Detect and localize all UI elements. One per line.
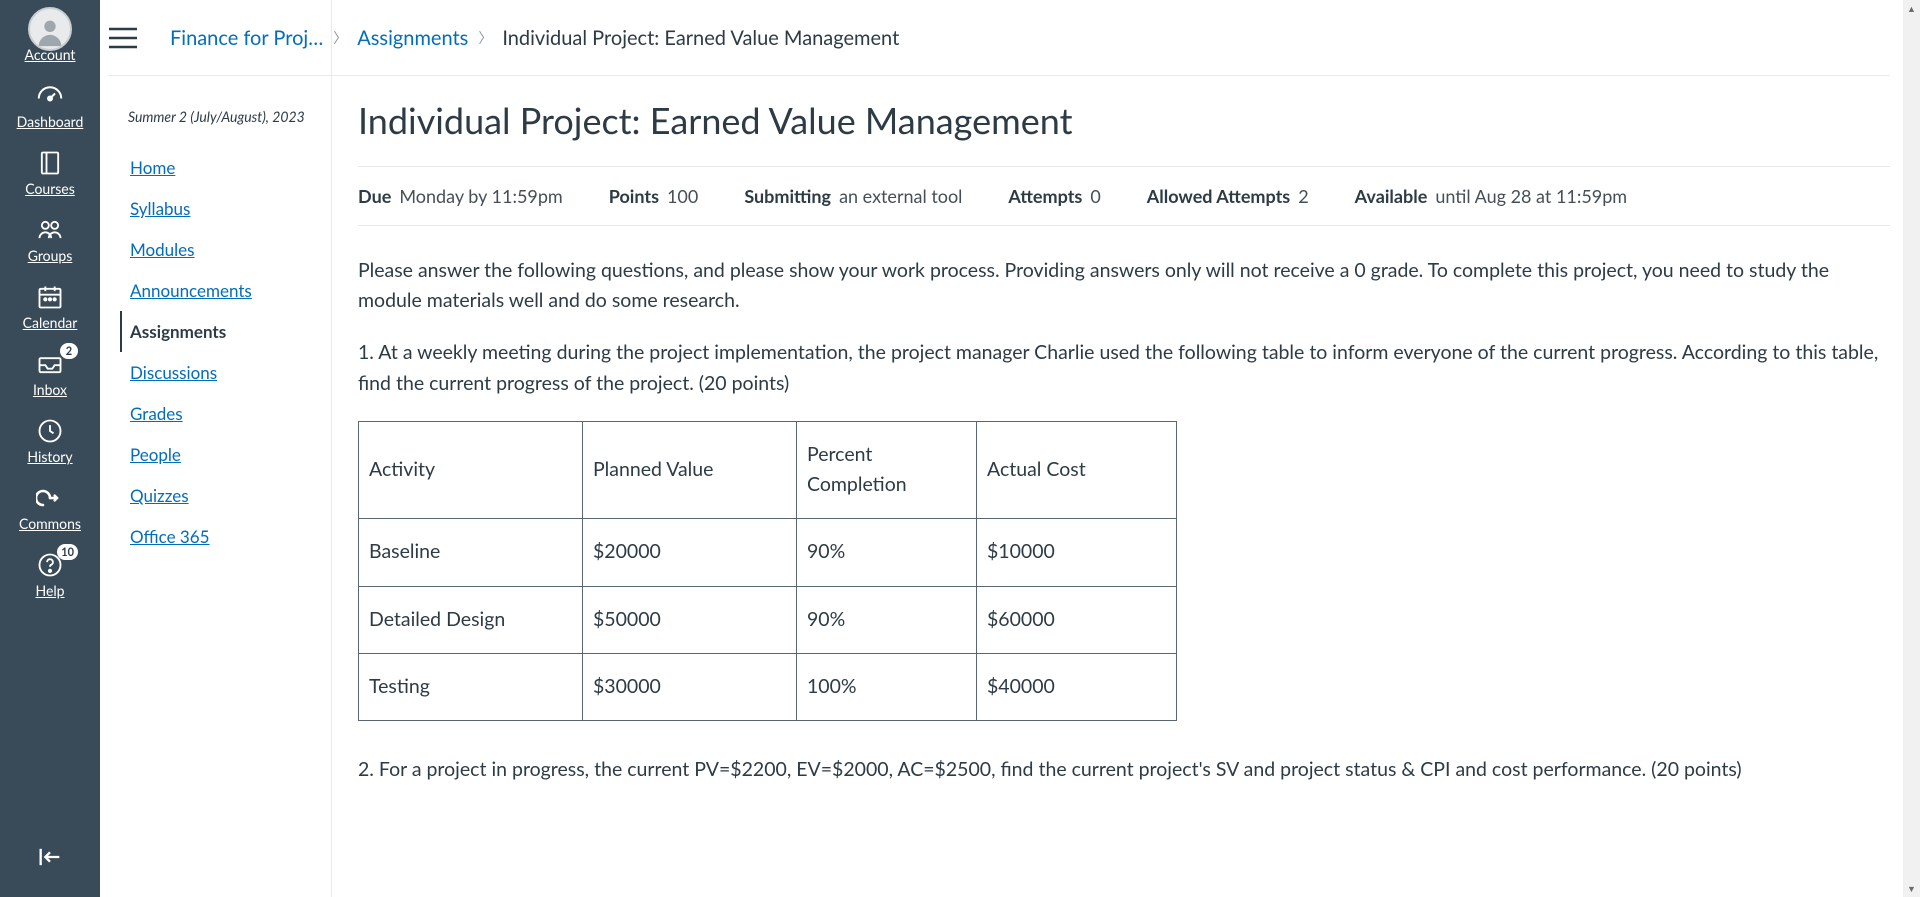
meta-submitting: Submittingan external tool xyxy=(744,185,962,207)
meta-available: Availableuntil Aug 28 at 11:59pm xyxy=(1355,185,1627,207)
nav-courses[interactable]: Courses xyxy=(0,138,100,205)
table-row: Detailed Design $50000 90% $60000 xyxy=(359,586,1177,653)
th-planned-value: Planned Value xyxy=(583,421,797,518)
course-term: Summer 2 (July/August), 2023 xyxy=(128,108,311,125)
page-title: Individual Project: Earned Value Managem… xyxy=(358,98,1890,142)
table-header-row: Activity Planned Value Percent Completio… xyxy=(359,421,1177,518)
chevron-right-icon: 〉 xyxy=(478,28,492,48)
breadcrumb-current: Individual Project: Earned Value Managem… xyxy=(502,26,899,50)
breadcrumb-section[interactable]: Assignments xyxy=(357,26,468,50)
assignment-content: Please answer the following questions, a… xyxy=(358,226,1890,785)
nav-commons[interactable]: Commons xyxy=(0,473,100,540)
table-row: Baseline $20000 90% $10000 xyxy=(359,519,1177,586)
th-percent-completion: Percent Completion xyxy=(797,421,977,518)
coursenav-quizzes[interactable]: Quizzes xyxy=(120,475,311,516)
nav-groups-label: Groups xyxy=(28,247,73,264)
scroll-down-icon[interactable]: ▼ xyxy=(1903,880,1920,897)
meta-allowed: Allowed Attempts2 xyxy=(1147,185,1309,207)
nav-calendar-label: Calendar xyxy=(23,314,78,331)
th-actual-cost: Actual Cost xyxy=(977,421,1177,518)
breadcrumb-course[interactable]: Finance for Proj… xyxy=(170,26,323,50)
coursenav-discussions[interactable]: Discussions xyxy=(120,352,311,393)
calendar-icon xyxy=(36,282,64,312)
nav-help-label: Help xyxy=(35,582,64,599)
chevron-right-icon: 〉 xyxy=(333,28,347,48)
meta-due: DueMonday by 11:59pm xyxy=(358,185,563,207)
commons-icon xyxy=(36,483,64,513)
meta-points: Points100 xyxy=(609,185,699,207)
nav-inbox[interactable]: 2 Inbox xyxy=(0,339,100,406)
nav-dashboard-label: Dashboard xyxy=(17,113,84,130)
question-2: 2. For a project in progress, the curren… xyxy=(358,755,1890,785)
topbar: Finance for Proj… 〉 Assignments 〉 Indivi… xyxy=(108,0,1890,76)
question-1: 1. At a weekly meeting during the projec… xyxy=(358,338,1890,398)
gauge-icon xyxy=(35,81,65,111)
global-nav: Account Dashboard Courses Groups Calenda… xyxy=(0,0,100,897)
coursenav-modules[interactable]: Modules xyxy=(120,229,311,270)
course-nav: Summer 2 (July/August), 2023 Home Syllab… xyxy=(100,0,332,897)
nav-history-label: History xyxy=(27,448,72,465)
intro-paragraph: Please answer the following questions, a… xyxy=(358,256,1890,316)
book-icon xyxy=(36,148,64,178)
nav-history[interactable]: History xyxy=(0,406,100,473)
nav-account-label: Account xyxy=(25,46,76,63)
hamburger-icon[interactable] xyxy=(108,27,138,49)
coursenav-announcements[interactable]: Announcements xyxy=(120,270,311,311)
nav-calendar[interactable]: Calendar xyxy=(0,272,100,339)
th-activity: Activity xyxy=(359,421,583,518)
coursenav-syllabus[interactable]: Syllabus xyxy=(120,188,311,229)
assignment-meta: DueMonday by 11:59pm Points100 Submittin… xyxy=(358,166,1890,226)
nav-commons-label: Commons xyxy=(19,515,81,532)
avatar-icon xyxy=(28,14,72,44)
coursenav-office365[interactable]: Office 365 xyxy=(120,516,311,557)
table-row: Testing $30000 100% $40000 xyxy=(359,653,1177,720)
help-badge: 10 xyxy=(57,544,78,560)
coursenav-assignments[interactable]: Assignments xyxy=(120,311,311,352)
scrollbar[interactable]: ▲ ▼ xyxy=(1903,0,1920,897)
nav-account[interactable]: Account xyxy=(0,4,100,71)
breadcrumb: Finance for Proj… 〉 Assignments 〉 Indivi… xyxy=(170,26,899,50)
progress-table: Activity Planned Value Percent Completio… xyxy=(358,421,1177,721)
nav-courses-label: Courses xyxy=(25,180,75,197)
main: Finance for Proj… 〉 Assignments 〉 Indivi… xyxy=(332,0,1890,897)
inbox-badge: 2 xyxy=(60,343,78,359)
nav-groups[interactable]: Groups xyxy=(0,205,100,272)
coursenav-home[interactable]: Home xyxy=(120,147,311,188)
groups-icon xyxy=(35,215,65,245)
nav-help[interactable]: 10 Help xyxy=(0,540,100,607)
nav-dashboard[interactable]: Dashboard xyxy=(0,71,100,138)
scroll-up-icon[interactable]: ▲ xyxy=(1903,0,1920,17)
meta-attempts: Attempts0 xyxy=(1008,185,1100,207)
nav-inbox-label: Inbox xyxy=(33,381,67,398)
nav-collapse[interactable] xyxy=(0,837,100,875)
coursenav-people[interactable]: People xyxy=(120,434,311,475)
coursenav-grades[interactable]: Grades xyxy=(120,393,311,434)
clock-icon xyxy=(36,416,64,446)
